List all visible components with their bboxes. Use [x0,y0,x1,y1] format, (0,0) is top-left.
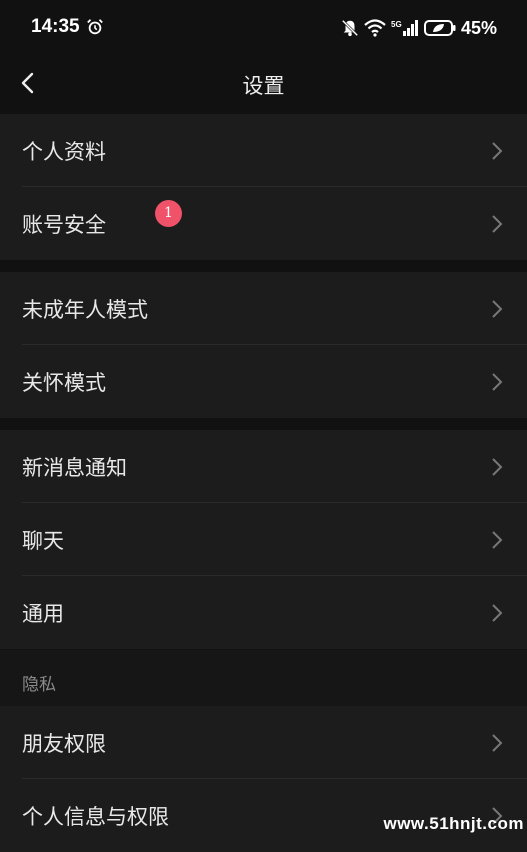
chevron-right-icon [492,733,503,752]
nav-bar: 设置 [0,56,527,112]
chevron-right-icon [492,214,503,233]
chevron-right-icon [492,457,503,476]
section-header-privacy: 隐私 [0,650,527,706]
status-bar: 14:35 5G 45% [0,0,527,56]
watermark: www.51hnjt.com [383,814,524,833]
battery-icon [423,20,456,36]
chevron-right-icon [492,530,503,549]
page-title: 设置 [242,74,285,98]
battery-percent: 45% [460,17,497,38]
settings-item-label: 个人资料 [22,139,106,164]
settings-item-account-security[interactable]: 账号安全 [0,187,527,260]
wifi-icon [364,19,386,37]
settings-item-friend-permissions[interactable]: 朋友权限 [0,706,527,779]
settings-group-general: 新消息通知 聊天 通用 [0,430,527,649]
svg-text:5G: 5G [391,20,402,29]
settings-item-care-mode[interactable]: 关怀模式 [0,345,527,418]
settings-item-label: 未成年人模式 [22,297,148,322]
settings-item-label: 聊天 [22,528,64,553]
settings-item-label: 通用 [22,601,64,626]
settings-item-chat[interactable]: 聊天 [0,503,527,576]
chevron-right-icon [492,372,503,391]
5g-signal-icon: 5G [391,20,418,36]
status-time: 14:35 [31,16,80,37]
settings-item-label: 个人信息与权限 [22,804,169,829]
settings-item-minor-mode[interactable]: 未成年人模式 [0,272,527,345]
mute-bell-icon [341,19,359,37]
settings-group-account: 个人资料 账号安全 [0,114,527,260]
settings-item-notifications[interactable]: 新消息通知 [0,430,527,503]
alarm-icon [87,19,103,35]
chevron-right-icon [492,299,503,318]
settings-item-general[interactable]: 通用 [0,576,527,649]
section-title: 隐私 [22,675,56,695]
settings-item-profile[interactable]: 个人资料 [0,114,527,187]
settings-item-label: 新消息通知 [22,455,127,480]
notification-badge: 1 [155,200,182,227]
settings-group-modes: 未成年人模式 关怀模式 [0,272,527,418]
status-icons: 5G 45% [341,16,497,40]
chevron-right-icon [492,603,503,622]
settings-item-label: 关怀模式 [22,370,106,395]
settings-item-label: 朋友权限 [22,731,106,756]
chevron-right-icon [492,141,503,160]
settings-item-label: 账号安全 [22,212,106,237]
